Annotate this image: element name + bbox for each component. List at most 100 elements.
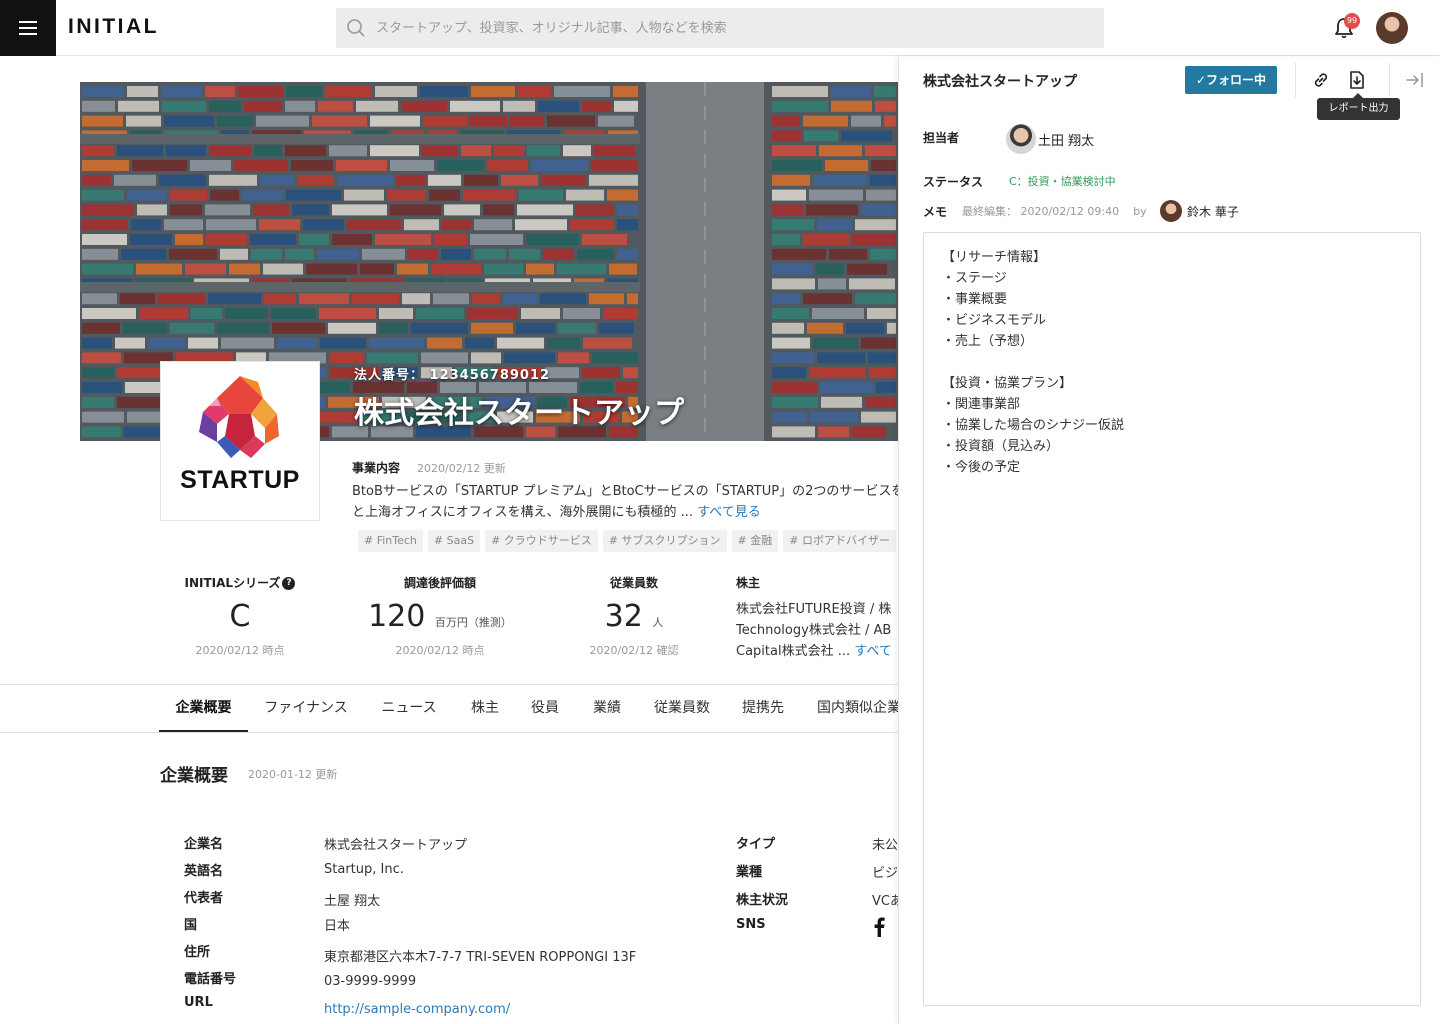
assignee-name[interactable]: 土田 翔太 (1038, 130, 1094, 149)
tab-similar-companies[interactable]: 国内類似企業 (808, 685, 898, 732)
report-export-tooltip: レポート出力 (1317, 93, 1400, 120)
stat-employees-label: 従業員数 (609, 576, 658, 590)
memo-line: 【投資・協業プラン】 (942, 376, 1073, 391)
search-icon (347, 19, 365, 37)
memo-label: メモ (923, 205, 948, 219)
shareholders-line-1: 株式会社FUTURE投資 / 株 (736, 602, 892, 617)
company-logo: STARTUP (160, 361, 320, 521)
tag-cloud-service[interactable]: # クラウドサービス (485, 530, 598, 552)
company-name-title: 株式会社スタートアップ (354, 396, 684, 431)
overview-label-type: タイプ (736, 837, 776, 852)
stat-valuation-label: 調達後評価額 (403, 576, 476, 590)
overview-value-representative: 土屋 翔太 (324, 894, 381, 909)
follow-button[interactable]: ✓フォロー中 (1185, 66, 1277, 94)
overview-label-phone: 電話番号 (184, 972, 237, 987)
overview-value-company-name: 株式会社スタートアップ (324, 838, 468, 853)
report-export-icon[interactable] (1346, 69, 1368, 91)
overview-value-url-link[interactable]: http://sample-company.com/ (324, 1002, 510, 1017)
tab-partners[interactable]: 提携先 (734, 685, 792, 732)
overview-label-url: URL (184, 995, 213, 1010)
collapse-panel-icon[interactable] (1404, 69, 1426, 91)
memo-line: ・事業概要 (942, 292, 1008, 307)
facebook-icon[interactable] (872, 917, 886, 937)
divider (1389, 63, 1390, 97)
overview-value-industry: ビジ (872, 866, 898, 881)
memo-author-name: 鈴木 華子 (1187, 205, 1239, 219)
memo-line: ・ビジネスモデル (942, 313, 1047, 328)
tab-finance[interactable]: ファイナンス (256, 685, 356, 732)
business-updated: 2020/02/12 更新 (417, 462, 506, 475)
tab-performance[interactable]: 業績 (584, 685, 630, 732)
business-label: 事業内容 (352, 461, 401, 475)
app-logo[interactable]: INITIAL (68, 15, 159, 39)
company-main: 法人番号： 123456789012 株式会社スタートアップ STARTUP 事… (0, 57, 898, 1024)
stat-series: INITIALシリーズ? C 2020/02/12 時点 (160, 574, 320, 658)
status-label: ステータス (923, 175, 984, 189)
business-line-2: と上海オフィスにオフィスを構え、海外展開にも積極的 ... (352, 505, 694, 520)
tab-employees[interactable]: 従業員数 (646, 685, 718, 732)
memo-author-avatar (1160, 200, 1182, 222)
overview-label-address: 住所 (184, 945, 211, 960)
stat-employees: 従業員数 32 人 2020/02/12 確認 (574, 574, 694, 658)
company-tabs: 企業概要 ファイナンス ニュース 株主 役員 業績 従業員数 提携先 国内類似企… (0, 684, 898, 733)
lion-logo-icon (199, 376, 279, 458)
link-icon[interactable] (1310, 69, 1332, 91)
overview-value-shareholder-status: VCあ (872, 894, 898, 909)
overview-label-shareholder-status: 株主状況 (736, 893, 789, 908)
memo-textarea[interactable]: 【リサーチ情報】 ・ステージ ・事業概要 ・ビジネスモデル ・売上（予想） 【投… (923, 232, 1421, 1006)
overview-value-phone: 03-9999-9999 (324, 974, 417, 989)
tag-list: # FinTech # SaaS # クラウドサービス # サブスクリプション # 金融… (358, 529, 898, 553)
memo-line: ・今後の予定 (942, 460, 1021, 475)
memo-meta: 最終編集： 2020/02/12 09:40 by (962, 203, 1147, 219)
stat-series-label: INITIALシリーズ (184, 576, 281, 590)
stat-valuation: 調達後評価額 120 百万円（推測） 2020/02/12 時点 (350, 574, 530, 658)
shareholders-see-all-link[interactable]: すべて (854, 644, 892, 659)
stat-series-value: C (229, 599, 251, 634)
stat-employees-unit: 人 (652, 616, 664, 629)
stat-employees-value: 32 (604, 599, 643, 634)
stat-shareholders: 株主 株式会社FUTURE投資 / 株 Technology株式会社 / AB … (736, 574, 898, 662)
company-logo-text: STARTUP (180, 466, 300, 494)
tag-robo-advisor[interactable]: # ロボアドバイザー (783, 530, 896, 552)
memo-last-edited: 最終編集： 2020/02/12 09:40 (962, 205, 1120, 218)
help-icon[interactable]: ? (282, 577, 296, 590)
stat-valuation-unit: 百万円（推測） (434, 616, 512, 629)
memo-line: ・協業した場合のシナジー仮説 (942, 418, 1125, 433)
memo-line: ・関連事業部 (942, 397, 1021, 412)
stat-valuation-date: 2020/02/12 時点 (395, 644, 485, 657)
memo-line: ・売上（予想） (942, 334, 1034, 349)
overview-label-company-name: 企業名 (184, 837, 224, 852)
status-value[interactable]: C：投資・協業検討中 (1009, 173, 1116, 189)
overview-label-representative: 代表者 (184, 891, 224, 906)
memo-line: 【リサーチ情報】 (942, 250, 1047, 265)
overview-updated: 2020-01-12 更新 (248, 768, 338, 781)
business-description: BtoBサービスの「STARTUP プレミアム」とBtoCサービスの「START… (352, 481, 898, 523)
tag-finance[interactable]: # 金融 (731, 530, 779, 552)
assignee-avatar (1006, 124, 1036, 154)
shareholders-line-2: Technology株式会社 / AB (736, 623, 892, 638)
overview-value-country: 日本 (324, 919, 351, 934)
user-avatar[interactable] (1376, 12, 1408, 44)
tag-subscription[interactable]: # サブスクリプション (602, 530, 727, 552)
top-bar: INITIAL 99 (0, 0, 1440, 56)
overview-value-type: 未公 (872, 838, 898, 853)
tab-officers[interactable]: 役員 (524, 685, 566, 732)
overview-label-country: 国 (184, 918, 198, 933)
divider (1295, 63, 1296, 97)
business-see-all-link[interactable]: すべて見る (697, 505, 761, 520)
stat-valuation-value: 120 (368, 599, 426, 634)
search-input[interactable] (376, 8, 1096, 48)
hamburger-menu-button[interactable] (0, 0, 56, 56)
tag-fintech[interactable]: # FinTech (358, 530, 423, 552)
tab-shareholders[interactable]: 株主 (462, 685, 508, 732)
overview-label-industry: 業種 (736, 865, 763, 880)
overview-value-address: 東京都港区六本木7-7-7 TRI-SEVEN ROPPONGI 13F (324, 950, 637, 965)
memo-line: ・投資額（見込み） (942, 439, 1060, 454)
tab-news[interactable]: ニュース (372, 685, 446, 732)
follow-button-label: フォロー中 (1206, 73, 1267, 87)
search-bar[interactable] (336, 8, 1104, 48)
overview-section-title: 企業概要 (160, 766, 228, 786)
company-side-panel: 株式会社スタートアップ ✓フォロー中 レポート出力 担当者 土田 翔太 ステータ… (898, 57, 1440, 1024)
tab-overview[interactable]: 企業概要 (159, 685, 248, 732)
tag-saas[interactable]: # SaaS (427, 530, 481, 552)
